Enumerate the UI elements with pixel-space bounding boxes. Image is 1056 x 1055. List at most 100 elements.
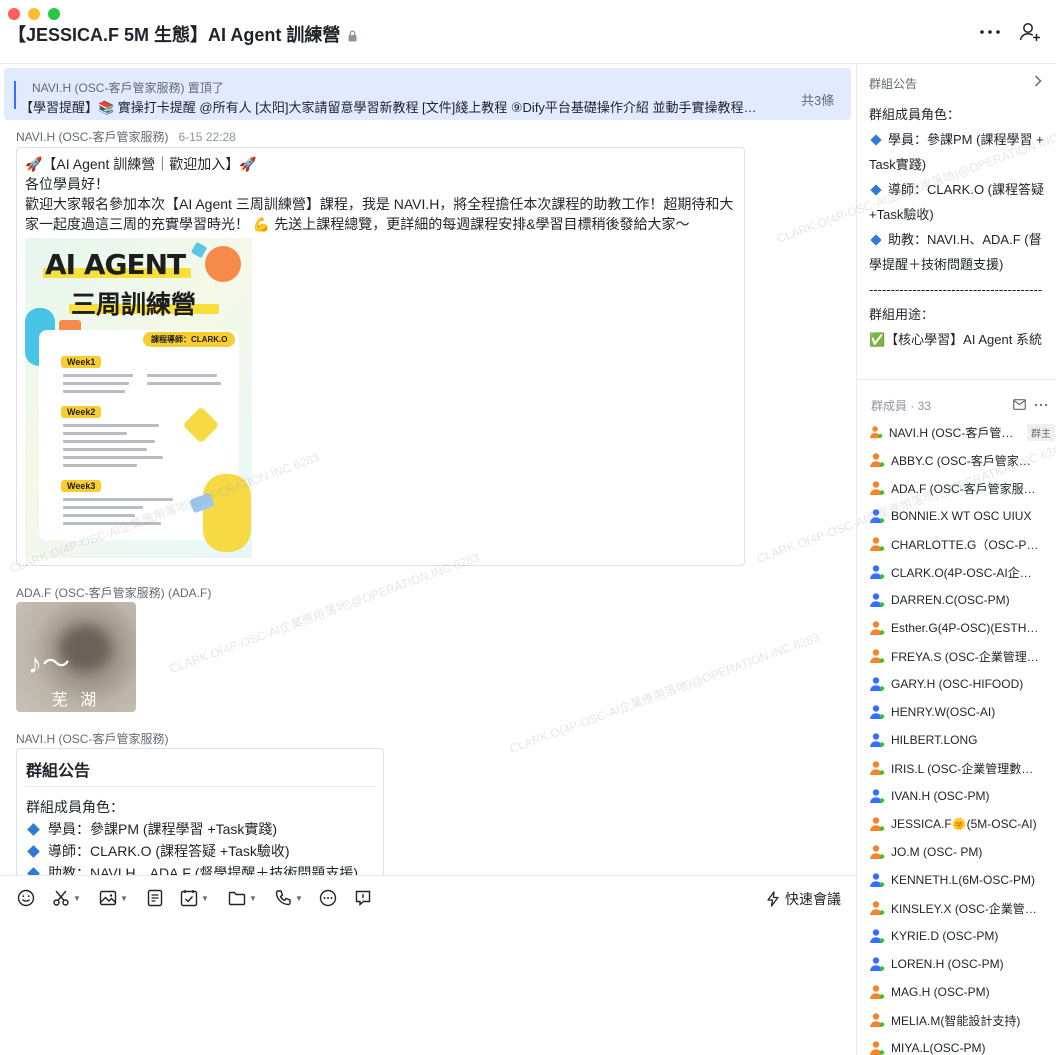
member-item[interactable]: GARY.H (OSC-HIFOOD) (869, 670, 1055, 698)
member-item[interactable]: ADA.F (OSC-客戶管家服務) (869, 474, 1055, 502)
member-item[interactable]: LOREN.H (OSC-PM) (869, 950, 1055, 978)
notice-role-text: 導師：CLARK.O (課程答疑 +Task驗收) (869, 182, 1045, 222)
member-item[interactable]: NAVI.H (OSC-客戶管家服務) 群主 (869, 418, 1055, 446)
sticker-note: ♪～ (28, 648, 71, 679)
sender-name[interactable]: NAVI.H (OSC-客戶管家服務) (16, 130, 168, 144)
emoji-icon[interactable] (17, 888, 35, 908)
member-item[interactable]: KENNETH.L(6M-OSC-PM) (869, 866, 1055, 894)
member-item[interactable]: CHARLOTTE.G（OSC-PM） (869, 530, 1055, 558)
blue-diamond-icon (27, 823, 40, 837)
chat-title-text: 【JESSICA.F 5M 生態】AI Agent 訓練營 (8, 25, 341, 45)
member-item[interactable]: JO.M (OSC- PM) (869, 838, 1055, 866)
member-item[interactable]: MELIA.M(智能設計支持) (869, 1006, 1055, 1034)
poster-line (63, 506, 143, 509)
member-item[interactable]: JESSICA.F🌞(5M-OSC-AI) (869, 810, 1055, 838)
poster-line (63, 390, 125, 393)
notice-divider: ---------------------------------------- (869, 282, 1043, 297)
message-composer[interactable]: ▼ ▼ ▼ ▼ ▼ 快速會議 (0, 875, 856, 1055)
pinned-count-button[interactable]: 共3條 (801, 90, 834, 109)
add-member-icon[interactable] (1018, 20, 1042, 44)
phone-icon[interactable]: ▼ (274, 888, 303, 908)
member-item[interactable]: DARREN.C(OSC-PM) (869, 586, 1055, 614)
member-avatar-icon (870, 677, 885, 691)
pinned-accent-bar (14, 81, 16, 109)
member-item[interactable]: CLARK.O(4P-OSC-AI企業應用落地) (869, 558, 1055, 586)
chevron-down-icon: ▼ (249, 893, 257, 903)
poster-week-label: Week2 (61, 406, 102, 418)
more-icon[interactable] (1034, 397, 1048, 415)
member-avatar-icon (870, 565, 885, 579)
blue-diamond-icon (870, 184, 882, 196)
message-line: 歡迎大家報名參加本次【AI Agent 三周訓練營】課程，我是 NAVI.H，將… (25, 196, 734, 232)
member-item[interactable]: FREYA.S (OSC-企業管理數字化) (869, 642, 1055, 670)
notice-intro: 群組成員角色： (869, 107, 961, 122)
member-item[interactable]: ABBY.C (OSC-客戶管家服務) (869, 446, 1055, 474)
member-name: HENRY.W(OSC-AI) (891, 705, 996, 719)
member-item[interactable]: KYRIE.D (OSC-PM) (869, 922, 1055, 950)
group-info-sidebar: 群組公告 群組成員角色： 學員：參課PM (課程學習 +Task實踐) 導師：C… (755, 64, 1056, 1055)
member-name: Esther.G(4P-OSC)(ESTHER.G) (891, 621, 1039, 635)
message-area[interactable]: NAVI.H (OSC-客戶管家服務) 置頂了 【學習提醒】📚 實操打卡提醒 @… (0, 64, 856, 875)
message-time: 6-15 22:28 (178, 130, 236, 144)
notice-role-text: 學員：參課PM (課程學習 +Task實踐) (869, 132, 1044, 172)
owner-badge: 群主 (1027, 423, 1055, 441)
lightning-icon (767, 891, 779, 907)
sender-name[interactable]: NAVI.H (OSC-客戶管家服務) (16, 732, 168, 746)
member-name: KENNETH.L(6M-OSC-PM) (891, 873, 1036, 887)
poster-lead: 課程導師：CLARK.O (143, 332, 236, 347)
member-item[interactable]: Esther.G(4P-OSC)(ESTHER.G) (869, 614, 1055, 642)
announcement-role: 助教：NAVI.H、ADA.F (督學提醒＋技術問題支援) (26, 863, 358, 875)
document-icon[interactable] (146, 888, 164, 908)
notice-role: 學員：參課PM (課程學習 +Task實踐) (869, 127, 1047, 177)
poster-line (63, 374, 133, 377)
member-avatar-icon (869, 426, 883, 439)
image-icon[interactable]: ▼ (99, 888, 128, 908)
more-options-icon[interactable] (978, 22, 1002, 42)
close-window-button[interactable] (8, 8, 20, 20)
member-item[interactable]: KINSLEY.X (OSC-企業管理數字化) (869, 894, 1055, 922)
divider (26, 786, 376, 787)
member-avatar-icon (870, 733, 885, 747)
member-item[interactable]: HENRY.W(OSC-AI) (869, 698, 1055, 726)
maximize-window-button[interactable] (48, 8, 60, 20)
chevron-down-icon: ▼ (120, 893, 128, 903)
sender-name[interactable]: ADA.F (OSC-客戶管家服務) (ADA.F) (16, 586, 211, 600)
folder-icon[interactable]: ▼ (228, 888, 257, 908)
lock-icon (348, 26, 357, 47)
task-icon[interactable]: ▼ (180, 888, 209, 908)
message-bubble[interactable]: 🚀【AI Agent 訓練營｜歡迎加入】🚀 各位學員好！ 歡迎大家報名參加本次【… (16, 147, 745, 566)
member-item[interactable]: BONNIE.X WT OSC UIUX (869, 502, 1055, 530)
pinned-message-banner[interactable]: NAVI.H (OSC-客戶管家服務) 置頂了 【學習提醒】📚 實操打卡提醒 @… (4, 68, 851, 120)
member-avatar-icon (870, 929, 885, 943)
chevron-right-icon[interactable] (1033, 74, 1043, 93)
poster-title: AI AGENT (45, 248, 186, 281)
blue-diamond-icon (870, 134, 882, 146)
course-poster-image[interactable]: AI AGENT 三周訓練營 課程導師：CLARK.O Week1 Week2 (25, 238, 252, 558)
announcement-icon[interactable] (354, 888, 372, 908)
member-item[interactable]: HILBERT.LONG (869, 726, 1055, 754)
member-name: IRIS.L (OSC-企業管理數字化) (891, 761, 1039, 776)
poster-line (63, 448, 147, 451)
member-avatar-icon (870, 845, 885, 859)
message-line: 各位學員好！ (25, 176, 109, 192)
quick-meeting-button[interactable]: 快速會議 (766, 889, 841, 909)
member-item[interactable]: IRIS.L (OSC-企業管理數字化) (869, 754, 1055, 782)
minimize-window-button[interactable] (28, 8, 40, 20)
member-name: JO.M (OSC- PM) (891, 845, 983, 859)
blue-diamond-icon (27, 845, 40, 859)
pinned-text: 【學習提醒】📚 實操打卡提醒 @所有人 [太阳]大家請留意學習新教程 [文件]綫… (20, 100, 757, 115)
role-text: 助教：NAVI.H、ADA.F (督學提醒＋技術問題支援) (48, 865, 359, 875)
sticker-image[interactable]: ♪～ 芜 湖 (16, 602, 136, 712)
mail-icon[interactable] (1013, 397, 1026, 415)
notice-role-text: 助教：NAVI.H、ADA.F (督學提醒＋技術問題支援) (869, 232, 1042, 272)
member-item[interactable]: MAG.H (OSC-PM) (869, 978, 1055, 1006)
member-item[interactable]: IVAN.H (OSC-PM) (869, 782, 1055, 810)
yellow-mascot (203, 474, 251, 552)
screenshot-icon[interactable]: ▼ (52, 888, 81, 908)
poster-line (63, 464, 137, 467)
notice-body: 群組成員角色： 學員：參課PM (課程學習 +Task實踐) 導師：CLARK.… (869, 102, 1047, 352)
more-tools-icon[interactable] (319, 888, 337, 908)
group-notice-panel[interactable]: 群組公告 群組成員角色： 學員：參課PM (課程學習 +Task實踐) 導師：C… (857, 64, 1056, 380)
announcement-card[interactable]: 群組公告 群組成員角色： 學員：參課PM (課程學習 +Task實踐) 導師：C… (16, 748, 384, 875)
member-item[interactable]: MIYA.L(OSC-PM) (869, 1034, 1055, 1055)
